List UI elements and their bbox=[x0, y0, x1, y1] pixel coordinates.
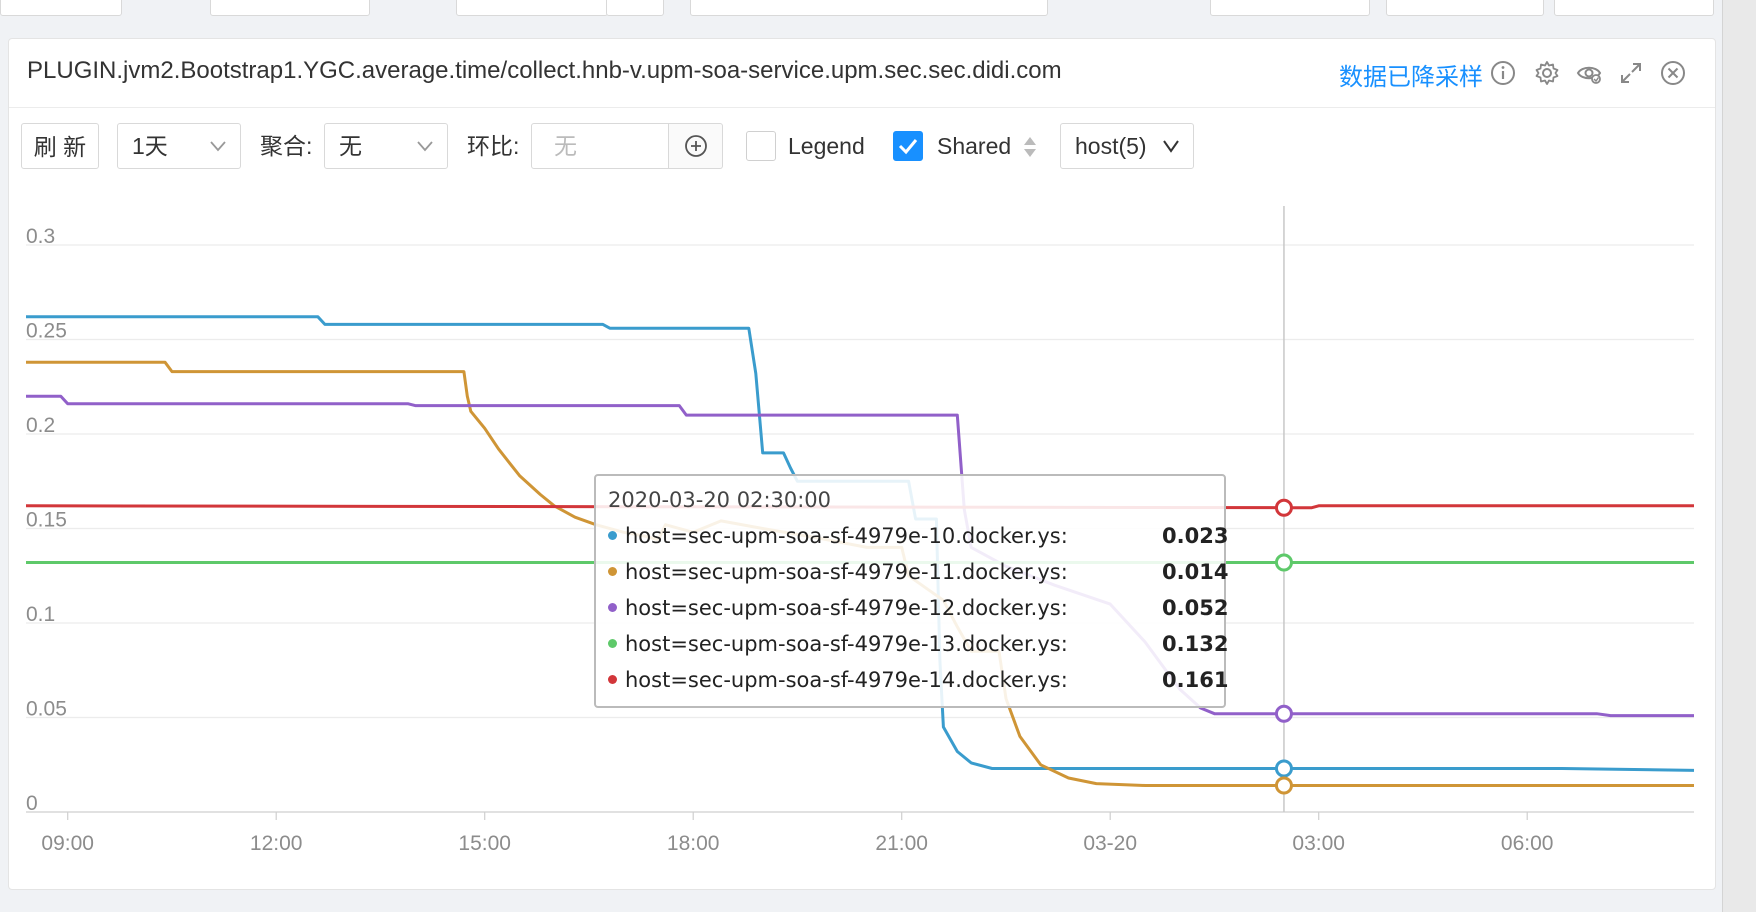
y-tick-label: 0.15 bbox=[26, 509, 67, 532]
tooltip-row-value: 0.132 bbox=[1162, 632, 1229, 656]
y-axis: 0 0.05 0.1 0.15 0.2 0.25 0.3 bbox=[26, 225, 67, 815]
tooltip-row: host=sec-upm-soa-sf-4979e-11.docker.ys: 0… bbox=[608, 560, 1228, 594]
tooltip-row-value: 0.023 bbox=[1162, 524, 1229, 548]
x-tick-label: 18:00 bbox=[667, 832, 720, 855]
tooltip-row: host=sec-upm-soa-sf-4979e-14.docker.ys: 0… bbox=[608, 668, 1228, 702]
tooltip-row-value: 0.014 bbox=[1162, 560, 1229, 584]
series-dot-icon bbox=[608, 530, 617, 540]
tooltip-row-label: host=sec-upm-soa-sf-4979e-14.docker.ys: bbox=[625, 668, 1068, 692]
x-tick-label: 03-20 bbox=[1083, 832, 1137, 855]
hover-cursor bbox=[1274, 206, 1293, 812]
y-tick-label: 0 bbox=[26, 792, 38, 815]
hover-point bbox=[1274, 498, 1293, 517]
x-axis: 09:00 12:00 15:00 18:00 21:00 03-20 03:00 06:00 bbox=[41, 812, 1553, 855]
hover-point bbox=[1274, 776, 1293, 795]
y-tick-label: 0.2 bbox=[26, 414, 55, 437]
x-tick-label: 03:00 bbox=[1292, 832, 1345, 855]
tooltip-row-label: host=sec-upm-soa-sf-4979e-10.docker.ys: bbox=[625, 524, 1068, 548]
hover-point bbox=[1274, 553, 1293, 572]
x-tick-label: 15:00 bbox=[458, 832, 511, 855]
x-tick-label: 12:00 bbox=[250, 832, 303, 855]
series-dot-icon bbox=[608, 602, 617, 612]
tooltip-row-label: host=sec-upm-soa-sf-4979e-11.docker.ys: bbox=[625, 560, 1068, 584]
y-tick-label: 0.1 bbox=[26, 603, 55, 626]
tooltip-row: host=sec-upm-soa-sf-4979e-10.docker.ys: 0… bbox=[608, 524, 1228, 558]
x-tick-label: 21:00 bbox=[875, 832, 928, 855]
tooltip-row-value: 0.161 bbox=[1162, 668, 1229, 692]
hover-point bbox=[1274, 704, 1293, 723]
tooltip-row: host=sec-upm-soa-sf-4979e-12.docker.ys: 0… bbox=[608, 596, 1228, 630]
y-tick-label: 0.3 bbox=[26, 225, 55, 248]
x-tick-label: 06:00 bbox=[1501, 832, 1554, 855]
series-dot-icon bbox=[608, 566, 617, 576]
tooltip-time: 2020-03-20 02:30:00 bbox=[608, 488, 832, 512]
y-tick-label: 0.05 bbox=[26, 698, 67, 721]
hover-point bbox=[1274, 759, 1293, 778]
line-chart[interactable]: 0 0.05 0.1 0.15 0.2 0.25 0.3 09:00 12:00 15:00 18… bbox=[0, 0, 1756, 912]
tooltip-row-value: 0.052 bbox=[1162, 596, 1229, 620]
tooltip-row: host=sec-upm-soa-sf-4979e-13.docker.ys: 0… bbox=[608, 632, 1228, 666]
y-tick-label: 0.25 bbox=[26, 320, 67, 343]
tooltip-row-label: host=sec-upm-soa-sf-4979e-13.docker.ys: bbox=[625, 632, 1068, 656]
series-dot-icon bbox=[608, 638, 617, 648]
chart-tooltip: 2020-03-20 02:30:00 host=sec-upm-soa-sf-… bbox=[594, 474, 1228, 708]
x-tick-label: 09:00 bbox=[41, 832, 94, 855]
series-dot-icon bbox=[608, 674, 617, 684]
tooltip-row-label: host=sec-upm-soa-sf-4979e-12.docker.ys: bbox=[625, 596, 1068, 620]
